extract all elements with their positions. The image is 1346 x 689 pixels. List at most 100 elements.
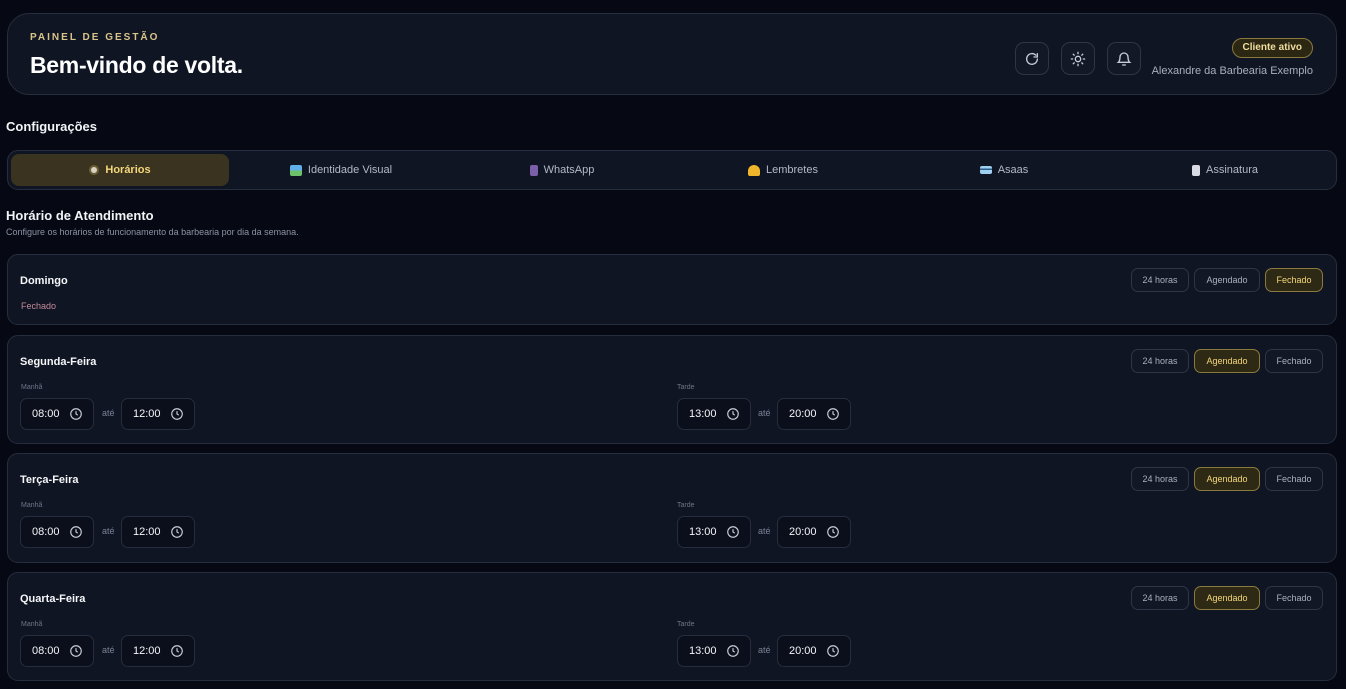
image-icon — [289, 164, 302, 176]
clock-icon — [171, 526, 183, 538]
time-value: 20:00 — [789, 526, 817, 538]
afternoon-start-input[interactable]: 13:00 — [677, 516, 751, 548]
day-card-domingo: Domingo Fechado 24 horas Agendado Fechad… — [7, 254, 1337, 325]
panel-eyebrow: PAINEL DE GESTÃO — [30, 32, 160, 43]
morning-end-input[interactable]: 12:00 — [121, 398, 195, 430]
time-value: 13:00 — [689, 645, 717, 657]
settings-tabs: Horários Identidade Visual WhatsApp Lemb… — [7, 150, 1337, 190]
tab-identidade-visual[interactable]: Identidade Visual — [232, 154, 450, 186]
time-value: 08:00 — [32, 408, 60, 420]
tab-label: Identidade Visual — [307, 164, 393, 176]
day-name: Domingo — [20, 275, 68, 287]
mode-closed-button[interactable]: Fechado — [1265, 349, 1323, 373]
afternoon-label: Tarde — [677, 384, 695, 391]
refresh-button[interactable] — [1015, 42, 1049, 75]
until-label: até — [758, 526, 771, 536]
clock-icon — [171, 645, 183, 657]
morning-start-input[interactable]: 08:00 — [20, 398, 94, 430]
tab-asaas[interactable]: Asaas — [895, 154, 1113, 186]
header-card: PAINEL DE GESTÃO Bem-vindo de volta. Cli… — [7, 13, 1337, 95]
client-name: Alexandre da Barbearia Exemplo — [1151, 65, 1313, 77]
notifications-button[interactable] — [1107, 42, 1141, 75]
mode-selector: 24 horas Agendado Fechado — [1131, 349, 1323, 373]
clock-icon — [827, 645, 839, 657]
sun-icon — [1070, 51, 1086, 66]
morning-end-input[interactable]: 12:00 — [121, 516, 195, 548]
mode-closed-button[interactable]: Fechado — [1265, 467, 1323, 491]
mode-selector: 24 horas Agendado Fechado — [1131, 586, 1323, 610]
until-label: até — [102, 645, 115, 655]
time-value: 13:00 — [689, 408, 717, 420]
afternoon-end-input[interactable]: 20:00 — [777, 635, 851, 667]
time-value: 08:00 — [32, 645, 60, 657]
time-value: 13:00 — [689, 526, 717, 538]
afternoon-start-input[interactable]: 13:00 — [677, 635, 751, 667]
clock-icon — [70, 526, 82, 538]
time-value: 08:00 — [32, 526, 60, 538]
morning-start-input[interactable]: 08:00 — [20, 635, 94, 667]
tab-assinatura[interactable]: Assinatura — [1116, 154, 1334, 186]
until-label: até — [758, 408, 771, 418]
morning-label: Manhã — [21, 502, 43, 509]
day-name: Quarta-Feira — [20, 593, 86, 605]
day-card-segunda: Segunda-Feira 24 horas Agendado Fechado … — [7, 335, 1337, 444]
afternoon-start-input[interactable]: 13:00 — [677, 398, 751, 430]
welcome-title: Bem-vindo de volta. — [30, 52, 243, 78]
clock-icon — [171, 408, 183, 420]
mode-24h-button[interactable]: 24 horas — [1131, 349, 1189, 373]
client-status-badge: Cliente ativo — [1231, 38, 1313, 58]
clock-icon — [727, 408, 739, 420]
time-value: 12:00 — [133, 526, 161, 538]
mode-24h-button[interactable]: 24 horas — [1131, 467, 1189, 491]
afternoon-end-input[interactable]: 20:00 — [777, 516, 851, 548]
tab-lembretes[interactable]: Lembretes — [674, 154, 892, 186]
afternoon-end-input[interactable]: 20:00 — [777, 398, 851, 430]
tab-label: Asaas — [997, 164, 1029, 176]
day-name: Segunda-Feira — [20, 356, 97, 368]
mode-selector: 24 horas Agendado Fechado — [1131, 268, 1323, 292]
bell-icon — [1116, 51, 1132, 66]
schedule-subtitle: Configure os horários de funcionamento d… — [6, 227, 299, 237]
time-value: 20:00 — [789, 645, 817, 657]
time-value: 20:00 — [789, 408, 817, 420]
document-icon — [1192, 164, 1200, 176]
card-icon — [979, 166, 992, 174]
until-label: até — [102, 408, 115, 418]
clock-icon — [827, 408, 839, 420]
clock-icon — [70, 408, 82, 420]
theme-toggle-button[interactable] — [1061, 42, 1095, 75]
phone-icon — [529, 164, 538, 176]
tab-label: Horários — [105, 164, 151, 176]
morning-start-input[interactable]: 08:00 — [20, 516, 94, 548]
time-value: 12:00 — [133, 645, 161, 657]
mode-closed-button[interactable]: Fechado — [1265, 268, 1323, 292]
refresh-icon — [1026, 52, 1038, 65]
day-card-terca: Terça-Feira 24 horas Agendado Fechado Ma… — [7, 453, 1337, 563]
bell-icon — [748, 164, 760, 176]
mode-closed-button[interactable]: Fechado — [1265, 586, 1323, 610]
until-label: até — [758, 645, 771, 655]
schedule-title: Horário de Atendimento — [6, 208, 154, 223]
morning-end-input[interactable]: 12:00 — [121, 635, 195, 667]
morning-label: Manhã — [21, 621, 43, 628]
mode-24h-button[interactable]: 24 horas — [1131, 268, 1189, 292]
mode-scheduled-button[interactable]: Agendado — [1194, 349, 1260, 373]
clock-icon — [827, 526, 839, 538]
mode-scheduled-button[interactable]: Agendado — [1194, 467, 1260, 491]
closed-status: Fechado — [21, 301, 57, 311]
until-label: até — [102, 526, 115, 536]
clock-icon — [89, 165, 100, 175]
time-value: 12:00 — [133, 408, 161, 420]
tab-whatsapp[interactable]: WhatsApp — [453, 154, 671, 186]
mode-scheduled-button[interactable]: Agendado — [1194, 268, 1260, 292]
mode-scheduled-button[interactable]: Agendado — [1194, 586, 1260, 610]
tab-label: Lembretes — [766, 164, 818, 176]
afternoon-label: Tarde — [677, 621, 695, 628]
morning-label: Manhã — [21, 384, 43, 391]
clock-icon — [70, 645, 82, 657]
day-card-quarta: Quarta-Feira 24 horas Agendado Fechado M… — [7, 572, 1337, 681]
afternoon-label: Tarde — [677, 502, 695, 509]
tab-horarios[interactable]: Horários — [11, 154, 229, 186]
tab-label: WhatsApp — [543, 164, 595, 176]
mode-24h-button[interactable]: 24 horas — [1131, 586, 1189, 610]
